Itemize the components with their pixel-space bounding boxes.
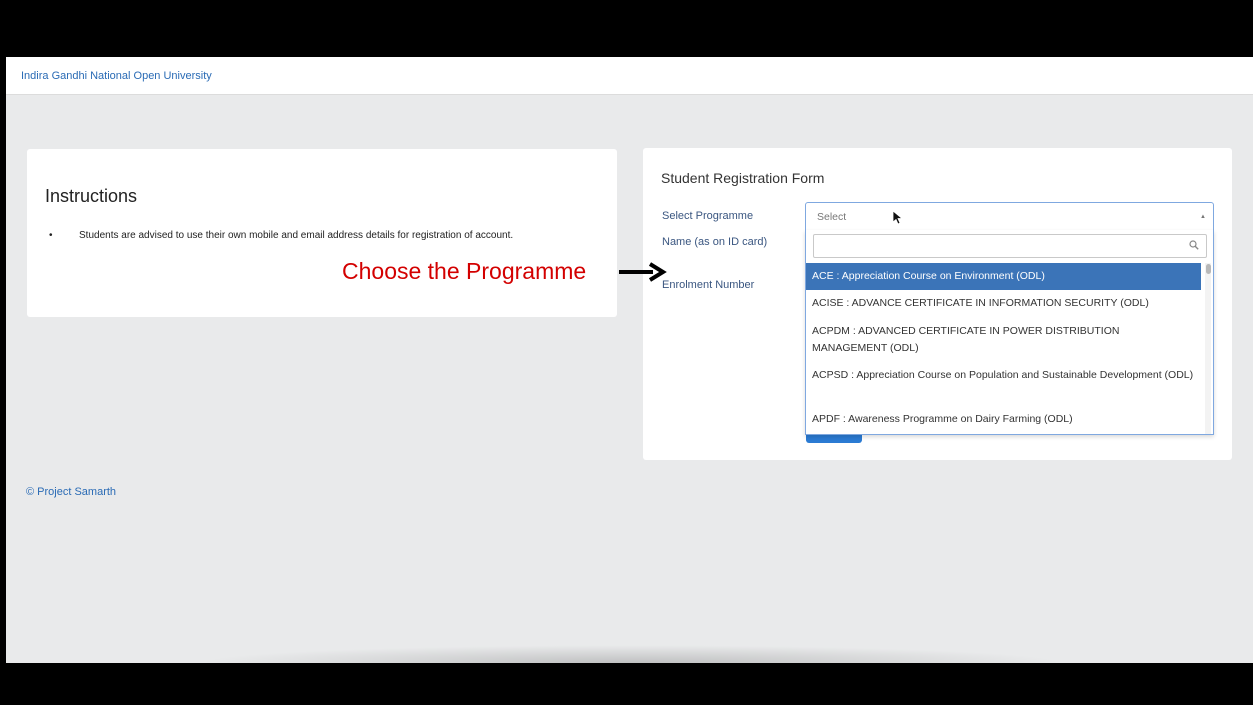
bullet-icon: •	[49, 230, 53, 241]
programme-label: Select Programme	[662, 210, 754, 222]
browser-viewport: Indira Gandhi National Open University I…	[6, 57, 1253, 663]
name-label: Name (as on ID card)	[662, 236, 768, 248]
option-apdf[interactable]: APDF : Awareness Programme on Dairy Farm…	[806, 406, 1201, 433]
option-acpsd[interactable]: ACPSD : Appreciation Course on Populatio…	[806, 362, 1201, 406]
bottom-shadow	[196, 645, 1066, 663]
instruction-item: Students are advised to use their own mo…	[79, 230, 514, 241]
search-icon	[1189, 240, 1199, 250]
instructions-card: Instructions • Students are advised to u…	[27, 149, 617, 317]
registration-form-card: Student Registration Form Select Program…	[643, 148, 1232, 460]
option-acpdm[interactable]: ACPDM : ADVANCED CERTIFICATE IN POWER DI…	[806, 318, 1201, 362]
annotation-text: Choose the Programme	[342, 258, 587, 284]
dropdown-scrollbar[interactable]	[1205, 263, 1211, 434]
select-placeholder: Select	[817, 211, 847, 223]
navbar: Indira Gandhi National Open University	[6, 57, 1253, 95]
instructions-title: Instructions	[45, 186, 138, 206]
arrow-right-icon	[619, 262, 667, 282]
enrolment-label: Enrolment Number	[662, 279, 755, 291]
form-title: Student Registration Form	[661, 170, 825, 186]
dropdown-scroll-thumb[interactable]	[1206, 264, 1211, 274]
programme-dropdown: ACE : Appreciation Course on Environment…	[805, 230, 1214, 435]
options-list: ACE : Appreciation Course on Environment…	[806, 263, 1201, 433]
mouse-pointer-icon	[892, 211, 904, 225]
programme-search-input[interactable]	[813, 234, 1207, 258]
programme-select[interactable]: Select ▲	[805, 202, 1214, 231]
option-ace[interactable]: ACE : Appreciation Course on Environment…	[806, 263, 1201, 290]
option-acise[interactable]: ACISE : ADVANCE CERTIFICATE IN INFORMATI…	[806, 290, 1201, 318]
brand-link[interactable]: Indira Gandhi National Open University	[21, 70, 212, 82]
footer-text: © Project Samarth	[26, 486, 117, 498]
caret-up-icon: ▲	[1200, 214, 1206, 220]
